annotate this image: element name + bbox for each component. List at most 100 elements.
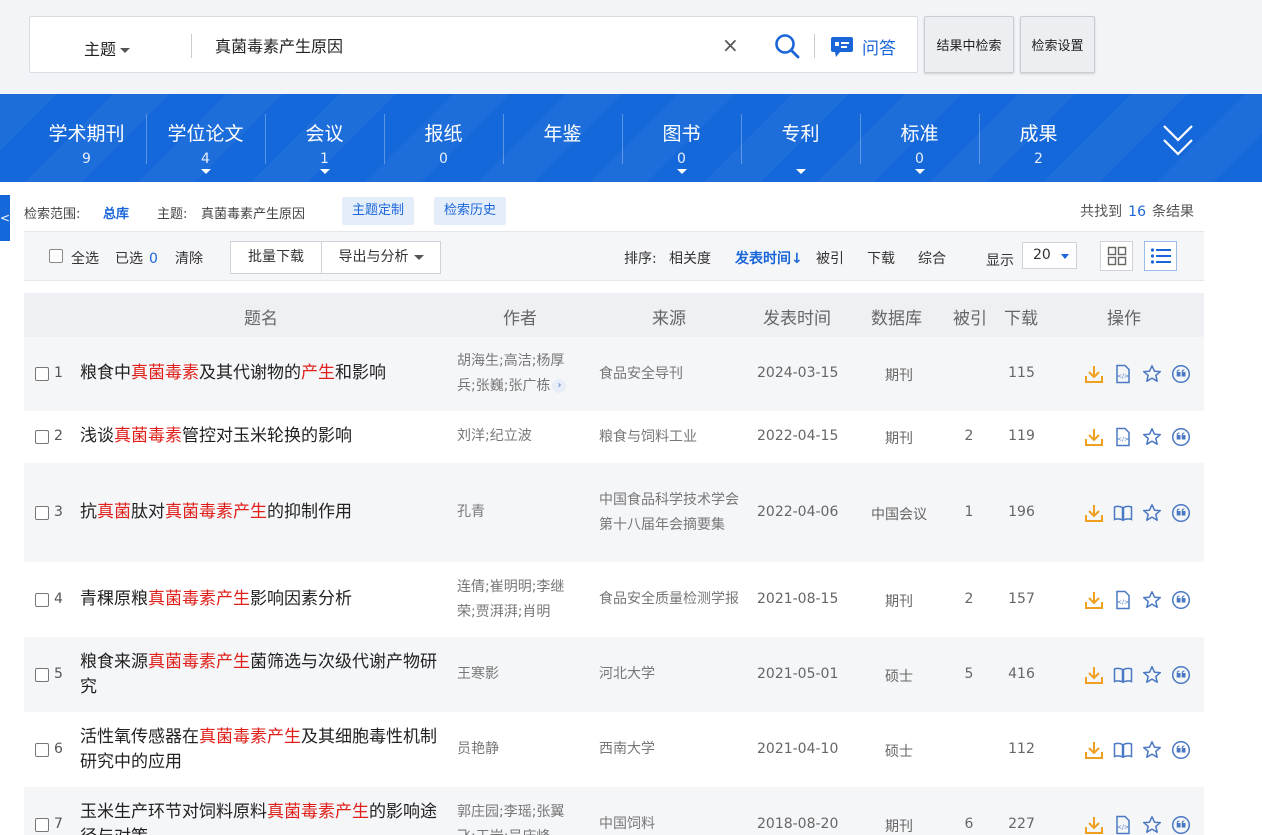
search-settings-button[interactable]: 检索设置 — [1020, 16, 1095, 73]
chevron-right-icon[interactable]: › — [552, 379, 567, 393]
row-cited-count: 2 — [964, 428, 974, 444]
download-icon[interactable] — [1084, 665, 1104, 685]
download-icon[interactable] — [1084, 503, 1104, 523]
row-title-link[interactable]: 粮食来源真菌毒素产生菌筛选与次级代谢产物研究 — [80, 650, 450, 700]
row-source-link[interactable]: 中国食品科学技术学会第十八届年会摘要集 — [599, 488, 749, 538]
tab-category-0[interactable]: 学术期刊 9 — [27, 94, 146, 182]
row-authors[interactable]: 刘洋;纪立波 — [457, 424, 579, 449]
double-chevron-down-icon[interactable] — [1160, 120, 1196, 160]
tab-category-3[interactable]: 报纸 0 — [384, 94, 503, 182]
star-icon[interactable] — [1142, 815, 1162, 835]
star-icon[interactable] — [1142, 665, 1162, 685]
book-icon[interactable] — [1113, 665, 1133, 685]
row-authors[interactable]: 郭庄园;李瑶;张翼飞;王岩;吴庆峰 — [457, 800, 579, 835]
batch-download-button[interactable]: 批量下载 — [230, 241, 322, 274]
select-all-checkbox[interactable] — [49, 249, 63, 263]
tab-category-2[interactable]: 会议 1 — [265, 94, 384, 182]
select-all-label[interactable]: 全选 — [71, 248, 99, 268]
row-authors[interactable]: 王寒影 — [457, 662, 579, 687]
search-in-results-button[interactable]: 结果中检索 — [924, 16, 1014, 73]
sort-publish-date[interactable]: 发表时间↓ — [735, 248, 803, 268]
clear-selection-button[interactable]: 清除 — [175, 248, 203, 268]
quote-icon[interactable] — [1171, 665, 1191, 685]
row-checkbox[interactable] — [35, 742, 49, 757]
search-history-button[interactable]: 检索历史 — [434, 197, 507, 225]
search-field-select[interactable]: 主题 — [84, 36, 131, 60]
row-authors[interactable]: 员艳静 — [457, 737, 579, 762]
header-cited[interactable]: 被引 — [953, 304, 987, 329]
tab-category-1[interactable]: 学位论文 4 — [146, 94, 265, 182]
row-source-link[interactable]: 西南大学 — [599, 737, 749, 762]
row-title-link[interactable]: 粮食中真菌毒素及其代谢物的产生和影响 — [80, 361, 450, 386]
star-icon[interactable] — [1142, 364, 1162, 384]
tab-category-5[interactable]: 图书 0 — [622, 94, 741, 182]
row-title-link[interactable]: 青稞原粮真菌毒素产生影响因素分析 — [80, 587, 450, 612]
tab-category-8[interactable]: 成果 2 — [979, 94, 1098, 182]
grid-view-button[interactable] — [1100, 241, 1133, 271]
quote-icon[interactable] — [1171, 740, 1191, 760]
topic-custom-button[interactable]: 主题定制 — [342, 197, 415, 225]
collapse-panel-tab[interactable]: < — [0, 195, 10, 241]
row-checkbox[interactable] — [35, 367, 49, 381]
row-database: 中国会议 — [871, 506, 927, 523]
star-icon[interactable] — [1142, 740, 1162, 760]
download-icon[interactable] — [1084, 427, 1104, 447]
star-icon[interactable] — [1142, 590, 1162, 610]
quote-icon[interactable] — [1171, 815, 1191, 835]
search-input[interactable] — [215, 30, 695, 60]
sort-comprehensive[interactable]: 综合 — [918, 248, 946, 268]
download-icon[interactable] — [1084, 815, 1104, 835]
row-authors[interactable]: 连倩;崔明明;李继荣;贾湃湃;肖明 — [457, 575, 579, 625]
list-view-button[interactable] — [1144, 241, 1177, 271]
row-authors[interactable]: 胡海生;高洁;杨厚兵;张巍;张广栋 › — [457, 349, 579, 399]
html-icon[interactable]: </> — [1113, 364, 1133, 384]
row-checkbox[interactable] — [35, 592, 49, 607]
download-icon[interactable] — [1084, 740, 1104, 760]
sort-relevance[interactable]: 相关度 — [669, 248, 711, 268]
row-checkbox[interactable] — [35, 505, 49, 520]
qa-button[interactable]: 问答 — [830, 31, 896, 61]
quote-icon[interactable] — [1171, 364, 1191, 384]
star-icon[interactable] — [1142, 427, 1162, 447]
tab-category-4[interactable]: 年鉴 — [503, 94, 622, 182]
tab-category-7[interactable]: 标准 0 — [860, 94, 979, 182]
sort-download[interactable]: 下载 — [867, 248, 895, 268]
download-icon[interactable] — [1084, 590, 1104, 610]
row-source-link[interactable]: 中国饲料 — [599, 812, 749, 835]
row-checkbox[interactable] — [35, 817, 49, 832]
quote-icon[interactable] — [1171, 427, 1191, 447]
row-title-link[interactable]: 浅谈真菌毒素管控对玉米轮换的影响 — [80, 424, 450, 449]
scope-value-link[interactable]: 总库 — [103, 203, 129, 222]
page-size-select[interactable]: 20 — [1022, 242, 1077, 269]
row-authors-text: 郭庄园;李瑶;张翼飞;王岩;吴庆峰 — [457, 803, 565, 835]
row-download-count: 119 — [1008, 428, 1035, 444]
quote-icon[interactable] — [1171, 590, 1191, 610]
row-title-link[interactable]: 活性氧传感器在真菌毒素产生及其细胞毒性机制研究中的应用 — [80, 725, 450, 775]
star-icon[interactable] — [1142, 503, 1162, 523]
row-checkbox[interactable] — [35, 430, 49, 444]
book-icon[interactable] — [1113, 503, 1133, 523]
search-icon[interactable] — [773, 32, 801, 60]
header-downloads[interactable]: 下载 — [1004, 304, 1038, 329]
header-title[interactable]: 题名 — [244, 304, 278, 329]
row-title-link[interactable]: 抗真菌肽对真菌毒素产生的抑制作用 — [80, 500, 450, 525]
html-icon[interactable]: </> — [1113, 815, 1133, 835]
download-icon[interactable] — [1084, 364, 1104, 384]
export-analysis-button[interactable]: 导出与分析 — [321, 241, 441, 274]
html-icon[interactable]: </> — [1113, 427, 1133, 447]
sort-cited[interactable]: 被引 — [816, 248, 844, 268]
tab-category-6[interactable]: 专利 — [741, 94, 860, 182]
html-icon[interactable]: </> — [1113, 590, 1133, 610]
row-source-link[interactable]: 食品安全质量检测学报 — [599, 587, 749, 612]
row-checkbox[interactable] — [35, 667, 49, 682]
clear-icon[interactable]: × — [722, 31, 739, 59]
quote-icon[interactable] — [1171, 503, 1191, 523]
row-title-link[interactable]: 玉米生产环节对饲料原料真菌毒素产生的影响途径与对策 — [80, 800, 450, 835]
row-source-link[interactable]: 河北大学 — [599, 662, 749, 687]
header-publish-date[interactable]: 发表时间 — [763, 304, 831, 329]
title-text: 粮食中 — [80, 363, 131, 383]
book-icon[interactable] — [1113, 740, 1133, 760]
row-authors[interactable]: 孔青 — [457, 500, 579, 525]
row-source-link[interactable]: 食品安全导刊 — [599, 362, 749, 387]
row-source-link[interactable]: 粮食与饲料工业 — [599, 425, 749, 450]
